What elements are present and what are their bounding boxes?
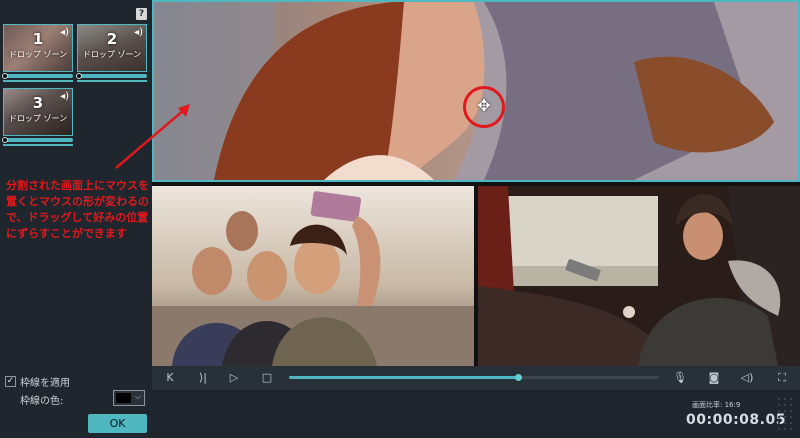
- grip-dot: [790, 416, 792, 418]
- ok-button[interactable]: OK: [88, 414, 147, 433]
- grip-dot: [784, 404, 786, 406]
- border-color-picker[interactable]: ⌵: [113, 390, 145, 406]
- skip-back-icon[interactable]: K: [162, 366, 178, 390]
- drop-zone-timeline[interactable]: [76, 73, 147, 79]
- drop-zone-underline: [3, 144, 73, 146]
- video-pane-2[interactable]: [152, 184, 474, 366]
- grip-dot: [784, 410, 786, 412]
- progress-knob[interactable]: [515, 374, 523, 381]
- video-frame-2: [152, 186, 474, 366]
- playback-progress[interactable]: [289, 374, 659, 381]
- resize-grip-icon[interactable]: [778, 398, 796, 434]
- video-frame-3: [478, 186, 800, 366]
- grip-dot: [778, 428, 780, 430]
- drop-zone-underline: [77, 80, 147, 82]
- volume-icon[interactable]: ◁): [738, 366, 756, 390]
- drop-zone-3[interactable]: ◂) 3 ドロップ ゾーン: [2, 88, 73, 148]
- split-screen-editor: ? ◂) 1 ドロップ ゾーン ◂) 2 ドロップ ゾーン ◂) 3 ドロップ …: [0, 0, 800, 438]
- drop-zone-number: 3: [32, 94, 44, 112]
- drop-zone-number: 2: [106, 30, 118, 48]
- camera-icon[interactable]: ◙: [706, 366, 722, 390]
- play-icon[interactable]: ▷: [226, 366, 242, 390]
- grip-dot: [790, 422, 792, 424]
- drop-zone-caption: ドロップ ゾーン: [8, 50, 68, 59]
- grip-dot: [790, 404, 792, 406]
- chevron-down-icon: ⌵: [134, 392, 141, 401]
- grip-dot: [790, 398, 792, 400]
- grip-dot: [778, 404, 780, 406]
- apply-border-toggle[interactable]: ✓ 枠線を適用: [5, 374, 70, 389]
- preview-area: ✥: [152, 0, 800, 366]
- grip-dot: [784, 428, 786, 430]
- fullscreen-icon[interactable]: ⛶: [774, 366, 790, 390]
- grip-dot: [790, 428, 792, 430]
- video-pane-1[interactable]: ✥: [152, 0, 800, 182]
- drop-zone-1[interactable]: ◂) 1 ドロップ ゾーン: [2, 24, 73, 84]
- drop-zone-thumbnail[interactable]: ◂) 1 ドロップ ゾーン: [3, 24, 73, 72]
- border-color-label: 枠線の色:: [20, 396, 64, 407]
- grip-dot: [778, 422, 780, 424]
- border-color-swatch: [116, 393, 131, 403]
- drop-zone-timeline[interactable]: [2, 73, 73, 79]
- drop-zone-caption: ドロップ ゾーン: [82, 50, 142, 59]
- apply-border-label: 枠線を適用: [20, 378, 70, 389]
- skip-forward-icon[interactable]: ⟩|: [195, 366, 211, 390]
- drop-zone-number: 1: [32, 30, 44, 48]
- help-button[interactable]: ?: [136, 8, 147, 20]
- video-pane-3[interactable]: [478, 184, 800, 366]
- timecode: 00:00:08.05: [686, 412, 786, 428]
- grip-dot: [784, 398, 786, 400]
- grip-dot: [790, 410, 792, 412]
- grip-dot: [784, 422, 786, 424]
- playback-controls: K ⟩| ▷ □ 🎙 ◙ ◁) ⛶: [152, 366, 800, 390]
- drop-zone-2[interactable]: ◂) 2 ドロップ ゾーン: [76, 24, 147, 84]
- drop-zone-timeline[interactable]: [2, 137, 73, 143]
- playhead-handle[interactable]: [2, 137, 8, 143]
- drop-zone-underline: [3, 80, 73, 82]
- drop-zone-thumbnail[interactable]: ◂) 2 ドロップ ゾーン: [77, 24, 147, 72]
- stop-icon[interactable]: □: [259, 366, 275, 390]
- apply-border-checkbox[interactable]: ✓: [5, 376, 16, 387]
- playhead-handle[interactable]: [76, 73, 82, 79]
- grip-dot: [784, 416, 786, 418]
- instruction-annotation: 分割された画面上にマウスを置くとマウスの形が変わるので、ドラッグして好みの位置に…: [6, 179, 149, 240]
- drop-zone-panel: ? ◂) 1 ドロップ ゾーン ◂) 2 ドロップ ゾーン ◂) 3 ドロップ …: [0, 0, 152, 438]
- grip-dot: [778, 398, 780, 400]
- aspect-ratio-label: 画面比率: 16:9: [692, 401, 741, 409]
- drop-zone-thumbnail[interactable]: ◂) 3 ドロップ ゾーン: [3, 88, 73, 136]
- microphone-icon[interactable]: 🎙: [672, 366, 688, 390]
- playhead-handle[interactable]: [2, 73, 8, 79]
- drop-zone-caption: ドロップ ゾーン: [8, 114, 68, 123]
- grip-dot: [778, 416, 780, 418]
- move-cursor-icon[interactable]: ✥: [474, 96, 494, 116]
- grip-dot: [778, 410, 780, 412]
- progress-fill: [289, 376, 519, 379]
